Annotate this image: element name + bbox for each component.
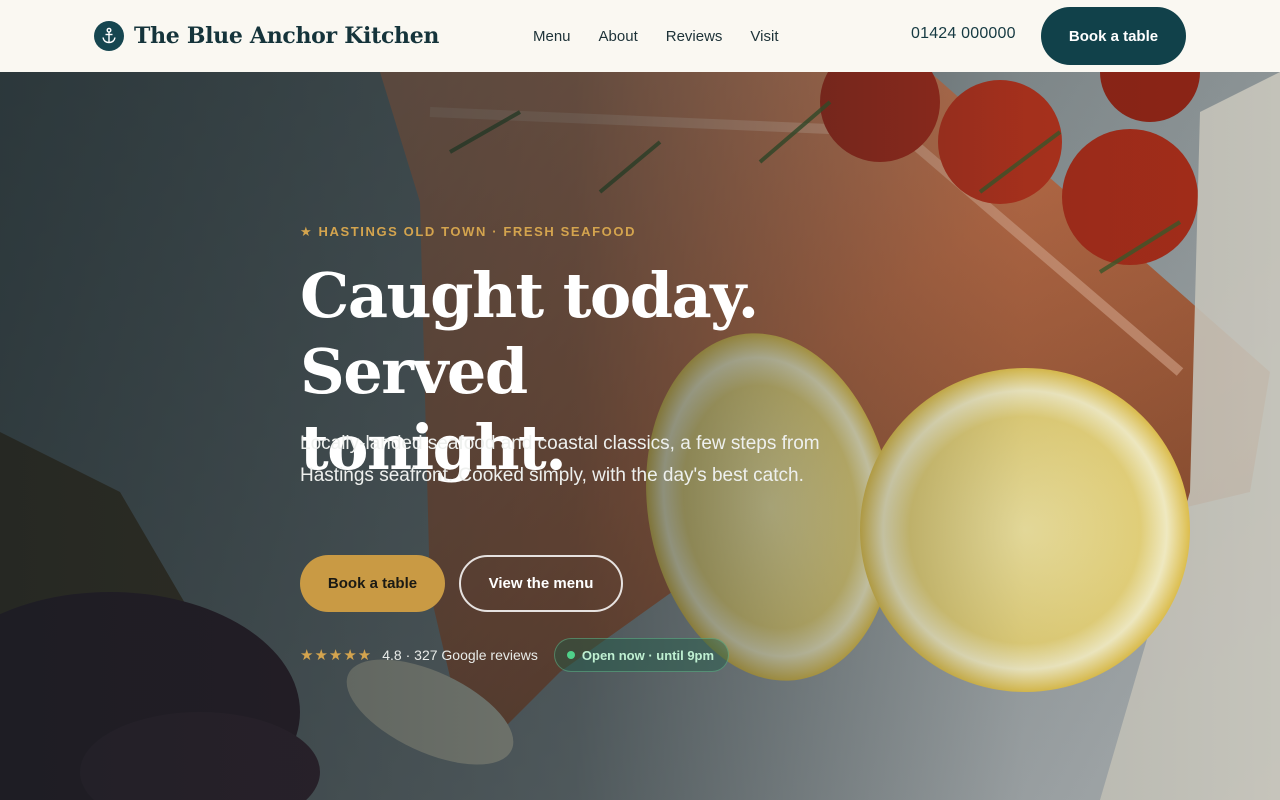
nav-item-about[interactable]: About — [599, 28, 638, 45]
book-table-header-button[interactable]: Book a table — [1041, 7, 1186, 65]
book-table-button[interactable]: Book a table — [300, 555, 445, 612]
rating-row: ★★★★★ 4.8 · 327 Google reviews Open now … — [300, 638, 730, 672]
site-header: The Blue Anchor Kitchen Menu About Revie… — [0, 0, 1280, 72]
star-rating-icon: ★★★★★ — [300, 647, 373, 664]
hero-eyebrow: ★ HASTINGS OLD TOWN · FRESH SEAFOOD — [300, 224, 637, 239]
nav-item-visit[interactable]: Visit — [750, 28, 778, 45]
nav-item-menu[interactable]: Menu — [533, 28, 571, 45]
open-status-text: Open now · until 9pm — [581, 647, 715, 663]
status-dot-icon — [566, 651, 575, 659]
hero-headline-line1: Caught today. Served — [300, 259, 759, 408]
main-nav: Menu About Reviews Visit — [533, 0, 779, 72]
nav-item-reviews[interactable]: Reviews — [666, 28, 723, 45]
hero-description: Locally-landed seafood and coastal class… — [300, 433, 820, 486]
brand-logo[interactable]: The Blue Anchor Kitchen — [94, 21, 439, 51]
rating-text[interactable]: 4.8 · 327 Google reviews — [382, 647, 538, 663]
anchor-icon — [94, 21, 124, 51]
open-status-badge: Open now · until 9pm — [553, 638, 730, 672]
phone-number[interactable]: 01424 000000 — [911, 25, 1016, 43]
brand-name: The Blue Anchor Kitchen — [134, 23, 440, 49]
view-menu-button[interactable]: View the menu — [459, 555, 623, 612]
